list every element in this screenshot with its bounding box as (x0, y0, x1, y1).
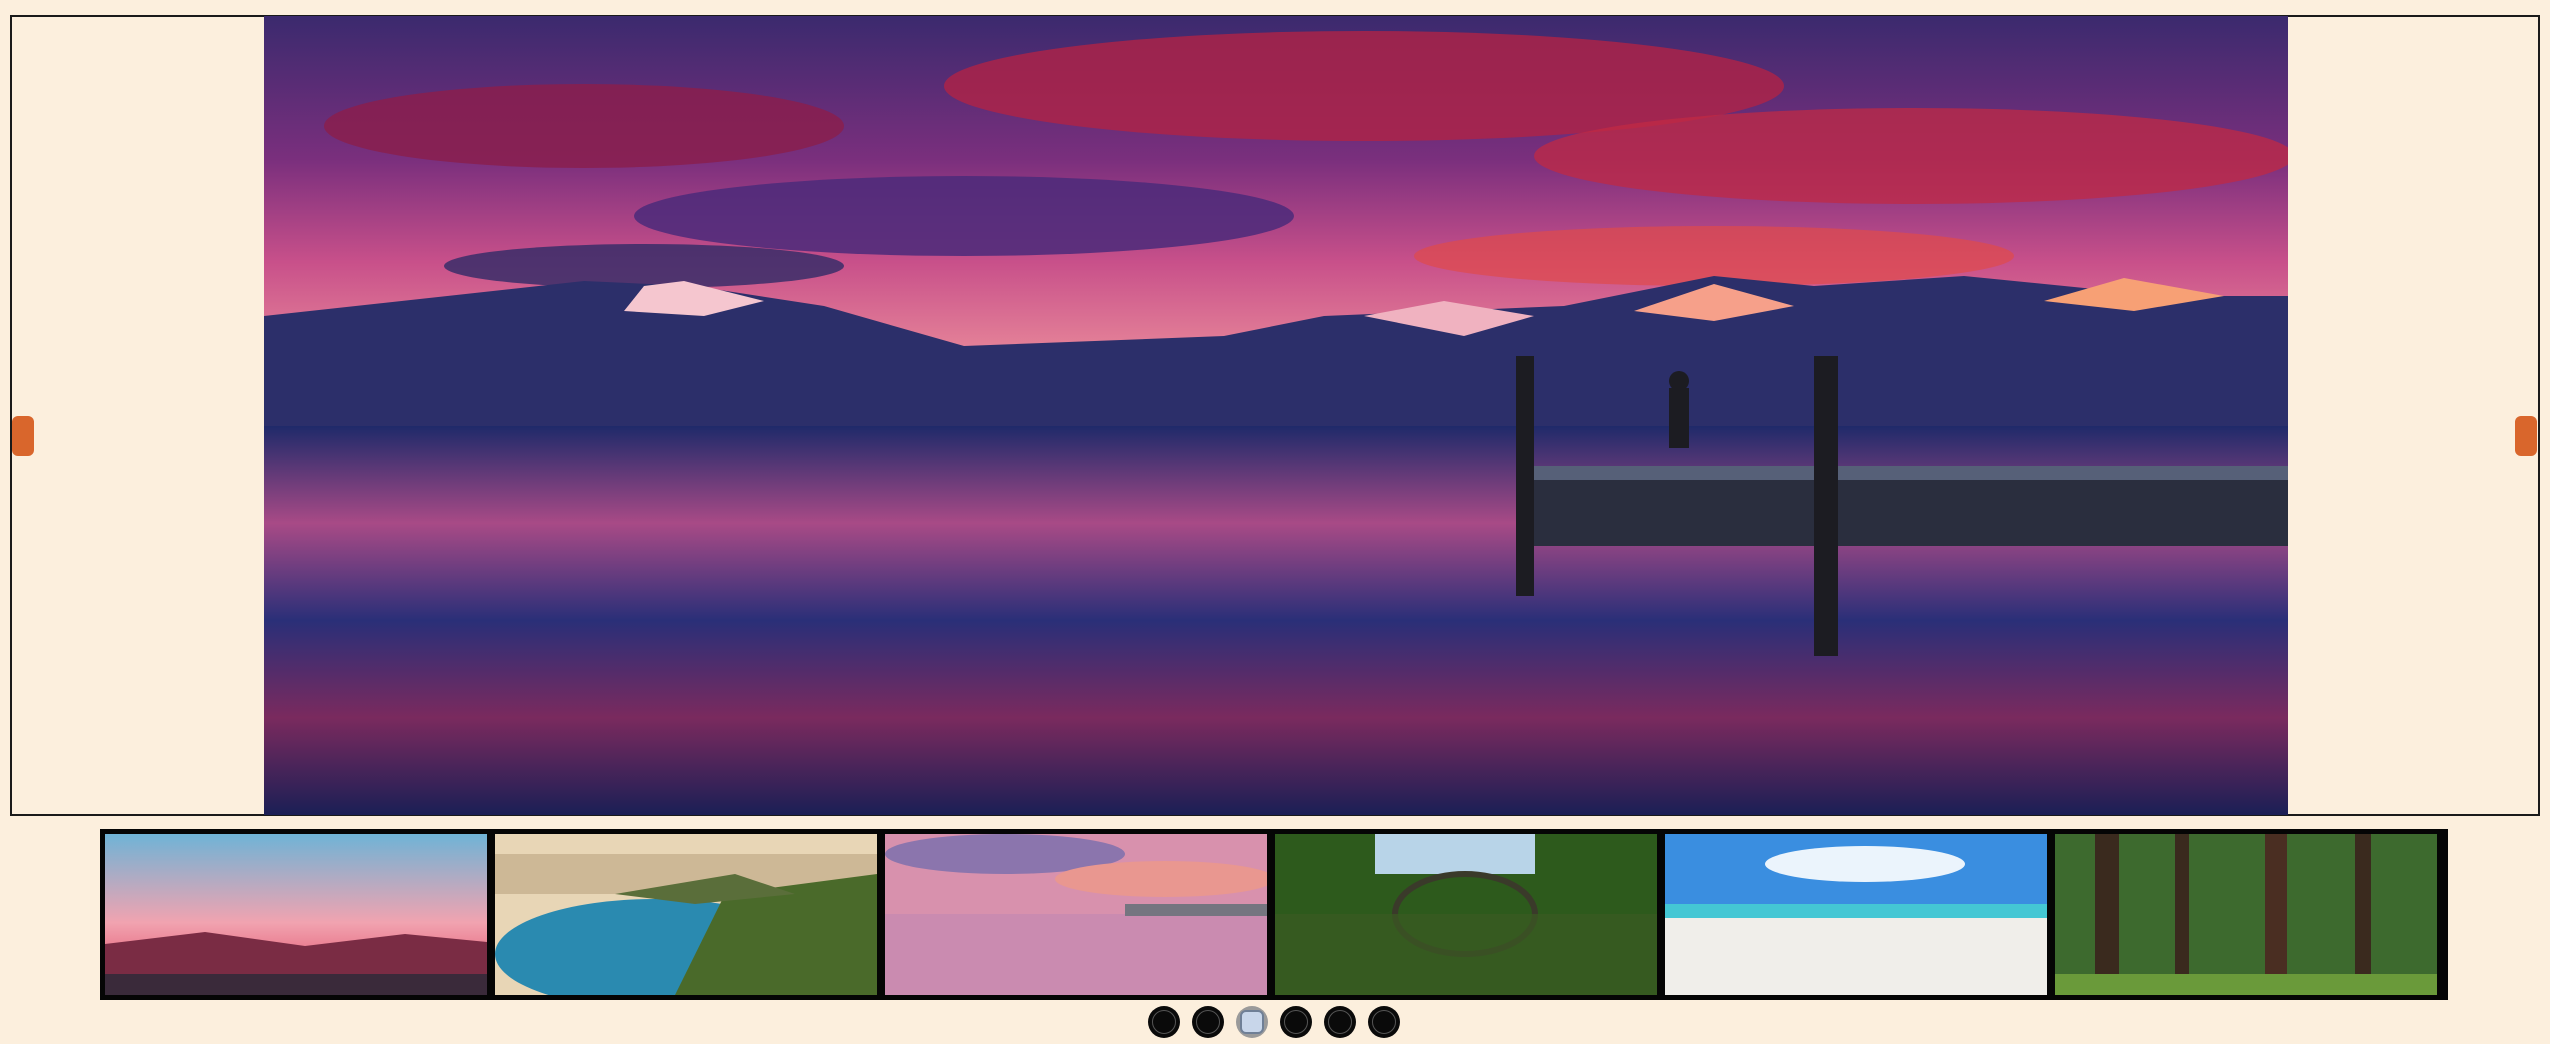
slide-dot-5[interactable] (1324, 1006, 1356, 1038)
next-slide-button[interactable] (2515, 416, 2537, 456)
slide-dot-1[interactable] (1148, 1006, 1180, 1038)
slide-dot-6[interactable] (1368, 1006, 1400, 1038)
prev-slide-button[interactable] (12, 416, 34, 456)
thumbnail-2[interactable] (495, 834, 877, 995)
slide-dot-2[interactable] (1192, 1006, 1224, 1038)
thumbnail-5[interactable] (1665, 834, 2047, 995)
thumbnail-3[interactable] (885, 834, 1267, 995)
thumbnail-6[interactable] (2055, 834, 2437, 995)
slide-dot-4[interactable] (1280, 1006, 1312, 1038)
slide-indicator-dots (0, 1006, 2550, 1040)
thumbnail-1[interactable] (105, 834, 487, 995)
slide-dot-3[interactable] (1236, 1006, 1268, 1038)
thumbnail-strip (100, 829, 2448, 1000)
main-slide-image (264, 16, 2288, 815)
thumbnail-4[interactable] (1275, 834, 1657, 995)
